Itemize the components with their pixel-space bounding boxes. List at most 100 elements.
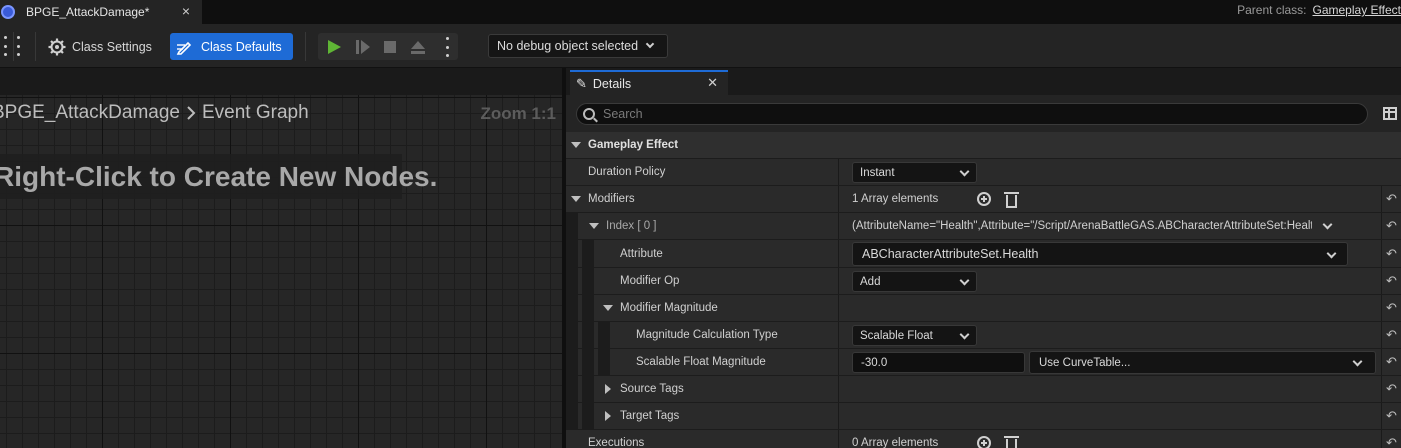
document-tab-bar: BPGE_AttackDamage* × Parent class: Gamepl… bbox=[0, 0, 1401, 24]
parent-class-link[interactable]: Gameplay Effect bbox=[1313, 3, 1401, 17]
breadcrumb-event-graph[interactable]: Event Graph bbox=[202, 102, 309, 124]
category-label: Gameplay Effect bbox=[588, 139, 679, 151]
struct-value-text: (AttributeName="Health",Attribute="/Scri… bbox=[852, 220, 1312, 232]
delete-icon[interactable] bbox=[1004, 436, 1019, 448]
debug-object-select-value: No debug object selected bbox=[497, 39, 639, 53]
number-value: -30.0 bbox=[861, 356, 888, 369]
dropdown-value: Scalable Float bbox=[860, 329, 933, 342]
reset-to-default-icon[interactable]: ↶ bbox=[1381, 213, 1401, 239]
gear-icon bbox=[48, 38, 66, 55]
details-search[interactable] bbox=[576, 103, 1368, 125]
toolbar-separator bbox=[13, 32, 14, 61]
toolbar-more-icon[interactable] bbox=[16, 36, 20, 56]
blueprint-icon bbox=[1, 5, 15, 19]
toolbar-more-icon[interactable] bbox=[3, 36, 7, 56]
modifier-op-dropdown[interactable]: Add bbox=[852, 271, 977, 292]
property-label: Index [ 0 ] bbox=[606, 220, 657, 232]
scalable-float-value-input[interactable]: -30.0 bbox=[852, 352, 1025, 373]
chevron-down-icon bbox=[1352, 356, 1363, 367]
expand-arrow-icon[interactable] bbox=[571, 142, 581, 148]
chevron-down-icon bbox=[645, 39, 655, 49]
reset-to-default-icon[interactable]: ↶ bbox=[1381, 349, 1401, 375]
breadcrumb-blueprint[interactable]: BPGE_AttackDamage bbox=[0, 102, 180, 124]
event-graph-canvas[interactable]: BPGE_AttackDamage Event Graph Zoom 1:1 R… bbox=[0, 68, 562, 448]
toolbar-separator bbox=[35, 32, 36, 61]
expand-arrow-icon[interactable] bbox=[589, 223, 599, 229]
property-executions: Executions 0 Array elements ↶ bbox=[566, 430, 1401, 448]
graph-hint-text: Right-Click to Create New Nodes. bbox=[0, 160, 438, 192]
debug-object-select[interactable]: No debug object selected bbox=[488, 34, 668, 58]
blueprint-toolbar: Class Settings Class Defaults bbox=[0, 24, 1401, 68]
property-modifiers-index-0: Index [ 0 ] (AttributeName="Health",Attr… bbox=[566, 213, 1401, 240]
expand-arrow-icon[interactable] bbox=[571, 196, 581, 202]
property-scalable-float-magnitude: Scalable Float Magnitude -30.0 Use Curve… bbox=[566, 349, 1401, 376]
delete-icon[interactable] bbox=[1004, 192, 1019, 208]
details-pencil-icon: ✎ bbox=[576, 75, 587, 91]
property-modifiers: Modifiers 1 Array elements ↶ bbox=[566, 186, 1401, 213]
details-body: Gameplay Effect Duration Policy Instant … bbox=[566, 95, 1401, 448]
chevron-down-icon bbox=[1326, 248, 1337, 259]
details-tab[interactable]: ✎ Details ✕ bbox=[570, 70, 728, 95]
attribute-dropdown[interactable]: ABCharacterAttributeSet.Health bbox=[852, 242, 1348, 266]
reset-to-default-icon[interactable]: ↶ bbox=[1381, 403, 1401, 429]
property-modifier-op: Modifier Op Add ↶ bbox=[566, 268, 1401, 295]
property-label: Attribute bbox=[620, 247, 663, 260]
parent-class-info: Parent class: Gameplay Effect bbox=[1237, 3, 1401, 17]
edit-defaults-icon bbox=[176, 41, 192, 55]
breadcrumb: BPGE_AttackDamage Event Graph bbox=[0, 102, 309, 124]
play-options-icon[interactable] bbox=[445, 37, 449, 57]
array-count: 1 Array elements bbox=[852, 193, 939, 205]
play-icon[interactable] bbox=[326, 39, 342, 55]
reset-to-default-icon[interactable]: ↶ bbox=[1381, 322, 1401, 348]
property-label: Duration Policy bbox=[588, 166, 666, 178]
property-modifier-magnitude: Modifier Magnitude ↶ bbox=[566, 295, 1401, 322]
add-element-icon[interactable] bbox=[977, 192, 991, 206]
dropdown-value: Add bbox=[860, 275, 881, 288]
class-settings-label: Class Settings bbox=[72, 39, 152, 54]
breadcrumb-separator-icon bbox=[187, 106, 196, 120]
reset-to-default-icon[interactable]: ↶ bbox=[1381, 376, 1401, 402]
property-label: Scalable Float Magnitude bbox=[636, 356, 766, 368]
class-defaults-button[interactable]: Class Defaults bbox=[170, 33, 293, 60]
property-magnitude-calculation-type: Magnitude Calculation Type Scalable Floa… bbox=[566, 322, 1401, 349]
reset-to-default-icon[interactable]: ↶ bbox=[1381, 240, 1401, 267]
expand-arrow-icon[interactable] bbox=[603, 305, 613, 311]
dropdown-value: ABCharacterAttributeSet.Health bbox=[862, 247, 1039, 261]
details-panel: ✎ Details ✕ Gameplay Effect Duration Pol… bbox=[562, 68, 1401, 448]
graph-tab-strip bbox=[0, 68, 562, 95]
reset-to-default-icon[interactable]: ↶ bbox=[1381, 268, 1401, 294]
details-tab-title: Details bbox=[592, 76, 632, 91]
close-icon[interactable]: ✕ bbox=[707, 75, 718, 91]
document-tab[interactable]: BPGE_AttackDamage* × bbox=[0, 0, 202, 24]
add-element-icon[interactable] bbox=[977, 436, 991, 448]
chevron-down-icon bbox=[959, 275, 970, 286]
dropdown-value: Instant bbox=[860, 166, 895, 179]
curve-table-dropdown[interactable]: Use CurveTable... bbox=[1029, 351, 1376, 374]
reset-to-default-icon[interactable]: ↶ bbox=[1381, 295, 1401, 321]
chevron-down-icon bbox=[959, 166, 970, 177]
eject-icon[interactable] bbox=[410, 39, 426, 55]
property-label: Executions bbox=[588, 437, 645, 448]
expand-arrow-icon[interactable] bbox=[605, 411, 611, 421]
array-count: 0 Array elements bbox=[852, 437, 939, 448]
chevron-down-icon[interactable] bbox=[1322, 219, 1333, 230]
class-settings-button[interactable]: Class Settings bbox=[46, 33, 162, 60]
stop-icon[interactable] bbox=[383, 40, 397, 54]
document-tab-title: BPGE_AttackDamage* bbox=[26, 5, 150, 19]
reset-to-default-icon[interactable]: ↶ bbox=[1381, 186, 1401, 212]
close-icon[interactable]: × bbox=[182, 3, 190, 19]
class-defaults-label: Class Defaults bbox=[201, 39, 282, 54]
search-icon bbox=[583, 108, 595, 120]
expand-arrow-icon[interactable] bbox=[605, 384, 611, 394]
view-options-icon[interactable] bbox=[1383, 107, 1397, 120]
search-input[interactable] bbox=[603, 107, 1343, 121]
property-label: Source Tags bbox=[620, 383, 684, 395]
category-gameplay-effect[interactable]: Gameplay Effect bbox=[566, 132, 1401, 159]
reset-to-default-icon[interactable]: ↶ bbox=[1381, 430, 1401, 448]
zoom-level: Zoom 1:1 bbox=[480, 104, 556, 123]
duration-policy-dropdown[interactable]: Instant bbox=[852, 162, 977, 183]
magnitude-calculation-type-dropdown[interactable]: Scalable Float bbox=[852, 325, 977, 346]
toolbar-separator bbox=[305, 32, 306, 61]
property-label: Modifier Op bbox=[620, 275, 680, 287]
step-icon[interactable] bbox=[355, 39, 371, 55]
